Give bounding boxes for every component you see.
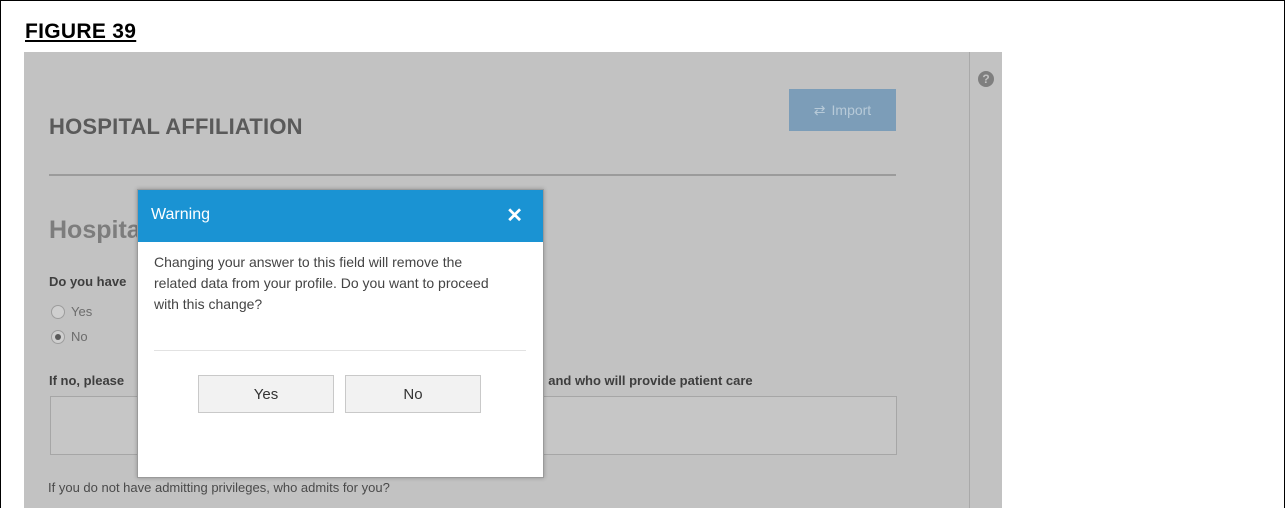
modal-divider <box>154 350 526 351</box>
modal-message: Changing your answer to this field will … <box>154 252 534 315</box>
section-divider <box>49 174 896 176</box>
if-no-question-right: l and who will provide patient care <box>541 373 753 388</box>
modal-message-line: Changing your answer to this field will … <box>154 254 463 270</box>
radio-label-yes: Yes <box>71 304 93 319</box>
help-icon[interactable]: ? <box>978 71 994 87</box>
subsection-title: Hospita <box>49 216 141 244</box>
modal-title: Warning <box>151 206 210 223</box>
modal-header: Warning ✕ <box>138 190 543 242</box>
admitting-privileges-question: Do you have <box>49 274 127 289</box>
modal-message-line: related data from your profile. Do you w… <box>154 275 489 291</box>
modal-message-line: with this change? <box>154 296 263 312</box>
figure-title: FIGURE 39 <box>25 20 137 43</box>
warning-modal: Warning ✕ Changing your answer to this f… <box>137 189 544 478</box>
import-button-label: Import <box>831 102 872 118</box>
no-button[interactable]: No <box>345 375 481 413</box>
radio-option-yes[interactable]: Yes <box>51 304 92 319</box>
radio-option-no[interactable]: No <box>51 329 88 344</box>
if-no-question-left: If no, please <box>49 373 125 388</box>
side-panel: ? <box>969 52 1002 508</box>
section-title: HOSPITAL AFFILIATION <box>49 114 303 139</box>
admits-for-you-question: If you do not have admitting privileges,… <box>48 480 390 495</box>
radio-label-no: No <box>71 329 88 344</box>
yes-button[interactable]: Yes <box>198 375 334 413</box>
radio-button-no[interactable] <box>51 329 65 344</box>
radio-button-yes[interactable] <box>51 304 65 319</box>
swap-arrows-icon: ⇄ <box>813 101 826 118</box>
import-button[interactable]: ⇄ Import <box>789 89 896 131</box>
close-icon[interactable]: ✕ <box>506 203 523 228</box>
